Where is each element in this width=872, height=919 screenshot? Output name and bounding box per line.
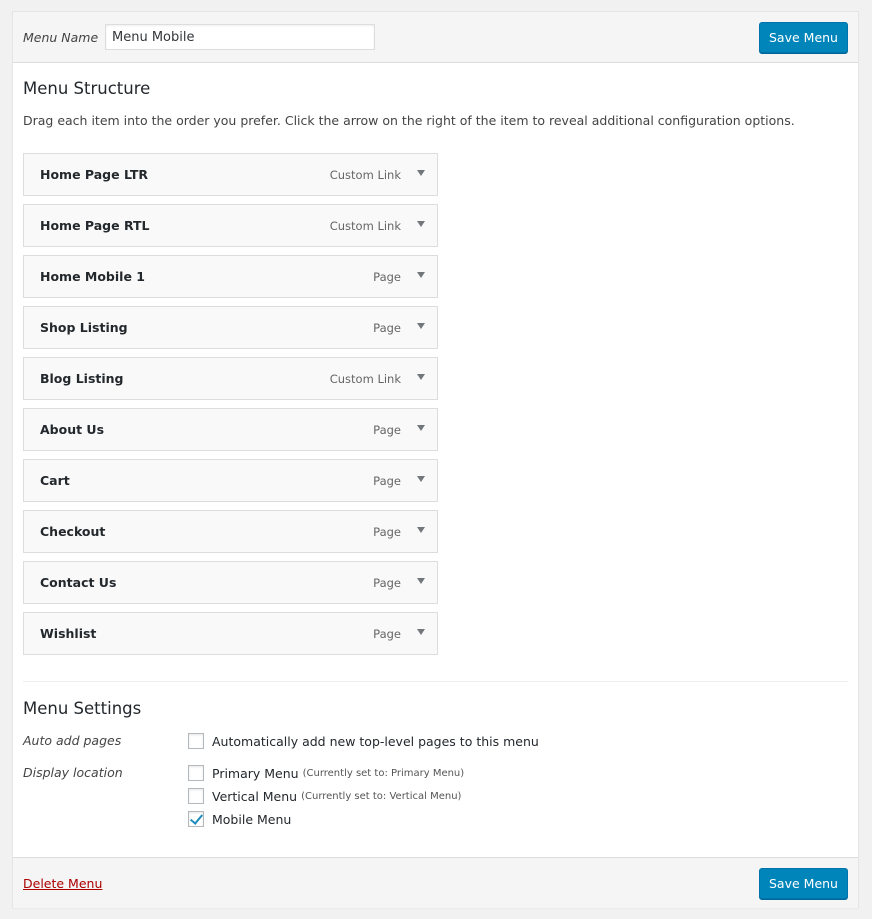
menu-item[interactable]: Home Page RTL Custom Link xyxy=(23,204,438,247)
expand-arrow-icon[interactable] xyxy=(417,578,425,584)
menu-structure-title: Menu Structure xyxy=(23,79,151,98)
auto-add-pages-checkbox[interactable] xyxy=(188,733,204,749)
menu-header: Menu Name Save Menu xyxy=(13,12,858,63)
menu-settings-title: Menu Settings xyxy=(23,699,142,718)
menu-item[interactable]: Blog Listing Custom Link xyxy=(23,357,438,400)
menu-item-title: Cart xyxy=(40,473,70,488)
menu-item-type: Page xyxy=(373,423,401,437)
menu-footer: Delete Menu Save Menu xyxy=(13,857,858,908)
menu-item-type: Page xyxy=(373,627,401,641)
menu-item-title: About Us xyxy=(40,422,105,437)
menu-item-type: Custom Link xyxy=(329,168,401,182)
menu-item[interactable]: Home Page LTR Custom Link xyxy=(23,153,438,196)
menu-item-title: Home Mobile 1 xyxy=(40,269,145,284)
expand-arrow-icon[interactable] xyxy=(417,629,425,635)
display-location-label: Display location xyxy=(23,765,123,780)
menu-item-type: Page xyxy=(373,525,401,539)
menu-structure-instructions: Drag each item into the order you prefer… xyxy=(23,113,795,128)
auto-add-pages-text: Automatically add new top-level pages to… xyxy=(212,733,539,749)
menu-item[interactable]: Checkout Page xyxy=(23,510,438,553)
location-mobile-option: Mobile Menu xyxy=(188,811,291,827)
menu-item-title: Checkout xyxy=(40,524,106,539)
expand-arrow-icon[interactable] xyxy=(417,374,425,380)
menu-item-type: Custom Link xyxy=(329,372,401,386)
expand-arrow-icon[interactable] xyxy=(417,527,425,533)
delete-menu-link[interactable]: Delete Menu xyxy=(23,876,102,891)
location-vertical-option: Vertical Menu (Currently set to: Vertica… xyxy=(188,788,461,804)
menu-item-title: Wishlist xyxy=(40,626,97,641)
expand-arrow-icon[interactable] xyxy=(417,425,425,431)
expand-arrow-icon[interactable] xyxy=(417,323,425,329)
location-note: (Currently set to: Vertical Menu) xyxy=(301,790,462,802)
expand-arrow-icon[interactable] xyxy=(417,170,425,176)
expand-arrow-icon[interactable] xyxy=(417,476,425,482)
menu-item[interactable]: Contact Us Page xyxy=(23,561,438,604)
menu-name-input[interactable] xyxy=(105,24,375,50)
location-primary-option: Primary Menu (Currently set to: Primary … xyxy=(188,765,464,781)
auto-add-pages-label: Auto add pages xyxy=(23,733,122,748)
location-label: Vertical Menu xyxy=(212,788,298,804)
location-note: (Currently set to: Primary Menu) xyxy=(302,767,465,779)
menu-item-type: Page xyxy=(373,270,401,284)
menu-item[interactable]: Home Mobile 1 Page xyxy=(23,255,438,298)
menu-item-type: Page xyxy=(373,474,401,488)
menu-item-title: Shop Listing xyxy=(40,320,128,335)
menu-items-list: Home Page LTR Custom Link Home Page RTL … xyxy=(23,153,438,663)
menu-item-type: Page xyxy=(373,321,401,335)
mobile-menu-checkbox[interactable] xyxy=(188,811,204,827)
menu-item[interactable]: Shop Listing Page xyxy=(23,306,438,349)
primary-menu-checkbox[interactable] xyxy=(188,765,204,781)
menu-item[interactable]: Wishlist Page xyxy=(23,612,438,655)
menu-item[interactable]: About Us Page xyxy=(23,408,438,451)
vertical-menu-checkbox[interactable] xyxy=(188,788,204,804)
menu-edit-panel: Menu Name Save Menu Menu Structure Drag … xyxy=(12,11,859,908)
save-menu-button-bottom[interactable]: Save Menu xyxy=(759,868,848,899)
menu-item-type: Custom Link xyxy=(329,219,401,233)
expand-arrow-icon[interactable] xyxy=(417,221,425,227)
menu-item-title: Contact Us xyxy=(40,575,117,590)
section-divider xyxy=(23,681,848,682)
menu-item-title: Home Page RTL xyxy=(40,218,150,233)
location-label: Mobile Menu xyxy=(212,811,292,827)
expand-arrow-icon[interactable] xyxy=(417,272,425,278)
menu-item-title: Blog Listing xyxy=(40,371,124,386)
menu-item[interactable]: Cart Page xyxy=(23,459,438,502)
location-label: Primary Menu xyxy=(212,765,299,781)
menu-name-label: Menu Name xyxy=(23,30,99,45)
save-menu-button-top[interactable]: Save Menu xyxy=(759,22,848,53)
menu-item-title: Home Page LTR xyxy=(40,167,148,182)
menu-item-type: Page xyxy=(373,576,401,590)
auto-add-pages-option: Automatically add new top-level pages to… xyxy=(188,733,539,749)
